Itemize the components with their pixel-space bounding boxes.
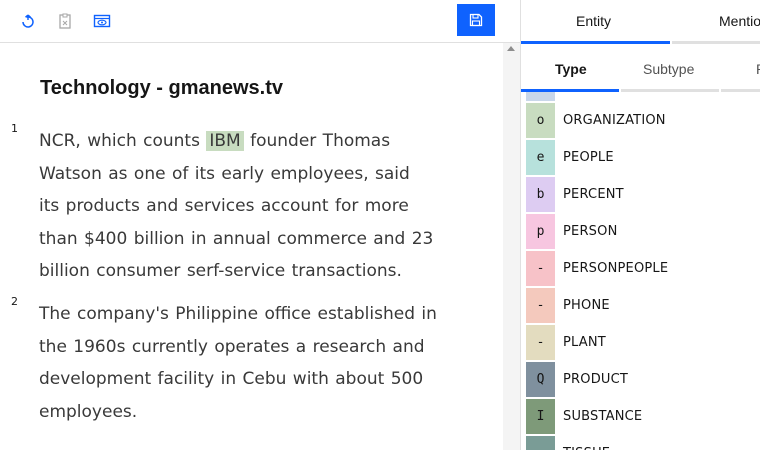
tab-mentions[interactable]: Mentio (672, 0, 760, 44)
entity-type-item[interactable]: - PERSONPEOPLE (526, 250, 756, 287)
entity-type-item[interactable]: o ORGANIZATION (526, 102, 756, 139)
subtab-label: Type (555, 61, 587, 77)
text-line: the 1960s currently operates a research … (39, 336, 425, 357)
type-color-swatch: p (526, 214, 555, 249)
entity-mention[interactable]: IBM (206, 131, 244, 151)
view-icon[interactable] (92, 11, 112, 31)
entity-type-item[interactable]: - PLANT (526, 324, 756, 361)
entity-type-item[interactable]: I SUBSTANCE (526, 398, 756, 435)
entity-type-list: o ORGANIZATION e PEOPLE b PERCENT p PERSON - PERS… (521, 92, 760, 450)
type-label: TISSUE (563, 446, 610, 450)
type-color-swatch: - (526, 251, 555, 286)
type-color-swatch: o (526, 103, 555, 138)
save-button[interactable] (457, 4, 495, 36)
type-label: PEOPLE (563, 150, 614, 165)
type-label: PERSONPEOPLE (563, 261, 669, 276)
type-color-swatch: b (526, 177, 555, 212)
text-line: Watson as one of its early employees, sa… (39, 163, 410, 184)
type-label: PHONE (563, 298, 610, 313)
entity-type-item[interactable]: b PERCENT (526, 176, 756, 213)
paragraph-text: NCR, which counts IBM founder Thomas Wat… (39, 125, 464, 288)
type-label: PLANT (563, 335, 606, 350)
text-line: development facility in Cebu with about … (39, 369, 424, 389)
document-pane: Technology - gmanews.tv 1 NCR, which cou… (0, 0, 520, 450)
paragraph-number: 2 (11, 295, 18, 308)
type-label: SUBSTANCE (563, 409, 643, 424)
type-color-swatch (526, 436, 555, 450)
type-color-swatch: Q (526, 362, 555, 397)
type-color-swatch (526, 92, 555, 101)
type-color-swatch: - (526, 325, 555, 360)
type-label: PERSON (563, 224, 618, 239)
text-line: billion consumer serf-service transactio… (39, 261, 402, 281)
paragraph-text: The company's Philippine office establis… (39, 298, 464, 428)
type-subtabs: Type Subtype R (521, 44, 760, 92)
type-color-swatch: I (526, 399, 555, 434)
entity-type-item[interactable] (526, 92, 756, 102)
clipboard-icon[interactable] (55, 11, 75, 31)
tab-entity[interactable]: Entity (521, 0, 670, 44)
document-viewer: Technology - gmanews.tv 1 NCR, which cou… (0, 43, 503, 450)
refresh-icon[interactable] (18, 11, 38, 31)
text-line: The company's Philippine office establis… (39, 304, 437, 324)
text-line: its products and services account for mo… (39, 196, 409, 216)
panel-tabs: Entity Mentio (521, 0, 760, 44)
type-color-swatch: - (526, 288, 555, 323)
text-line: than $400 billion in annual commerce and… (39, 228, 434, 249)
text-line: NCR, which counts IBM founder Thomas (39, 125, 464, 158)
type-color-swatch: e (526, 140, 555, 175)
entity-type-item[interactable]: e PEOPLE (526, 139, 756, 176)
tab-label: Mentio (719, 13, 760, 29)
tab-label: Entity (576, 13, 612, 29)
subtab-label: R (756, 61, 760, 77)
text-line: employees. (39, 401, 138, 422)
type-label: PERCENT (563, 187, 624, 202)
type-label: ORGANIZATION (563, 113, 666, 128)
annotation-panel: Entity Mentio Type Subtype R o ORGANIZATI… (520, 0, 760, 450)
entity-type-item[interactable]: p PERSON (526, 213, 756, 250)
scroll-up-arrow-icon[interactable] (507, 46, 515, 51)
entity-type-item[interactable]: Q PRODUCT (526, 361, 756, 398)
document-title: Technology - gmanews.tv (40, 77, 283, 99)
save-icon (469, 13, 483, 27)
document-toolbar (0, 0, 520, 43)
text-segment: founder Thomas (243, 131, 391, 151)
type-label: PRODUCT (563, 372, 629, 387)
subtab-role[interactable]: R (721, 44, 760, 92)
entity-type-item[interactable]: TISSUE (526, 435, 756, 450)
subtab-subtype[interactable]: Subtype (621, 44, 719, 92)
paragraph-number: 1 (11, 122, 18, 135)
document-scrollbar[interactable] (503, 43, 520, 450)
subtab-type[interactable]: Type (521, 44, 619, 92)
text-segment: NCR, which counts (39, 131, 207, 151)
entity-type-item[interactable]: - PHONE (526, 287, 756, 324)
subtab-label: Subtype (643, 61, 695, 77)
